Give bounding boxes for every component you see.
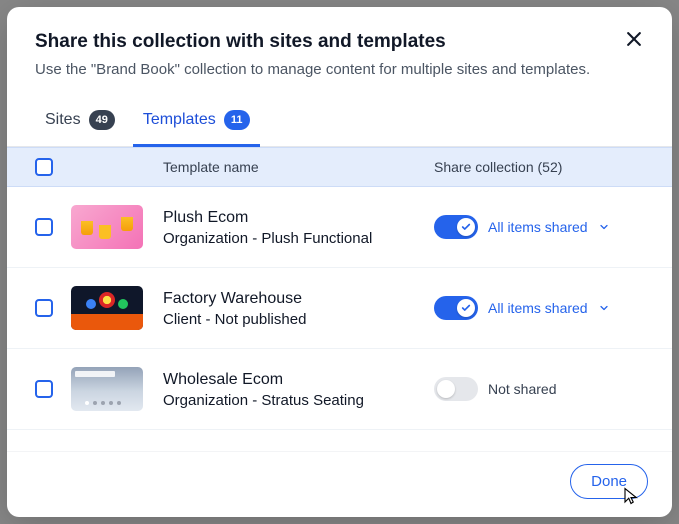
chevron-down-icon[interactable] bbox=[598, 302, 610, 314]
template-name: Wholesale Ecom bbox=[163, 369, 434, 391]
chevron-down-icon[interactable] bbox=[598, 221, 610, 233]
close-icon bbox=[624, 29, 644, 49]
template-thumbnail bbox=[71, 367, 143, 411]
share-status-label[interactable]: All items shared bbox=[488, 219, 588, 235]
modal-footer: Done bbox=[7, 451, 672, 517]
tab-templates[interactable]: Templates 11 bbox=[133, 96, 260, 147]
table-row: Plush Ecom Organization - Plush Function… bbox=[7, 187, 672, 268]
share-collection-modal: Share this collection with sites and tem… bbox=[7, 7, 672, 517]
template-thumbnail bbox=[71, 286, 143, 330]
table-row: Wholesale Ecom Organization - Stratus Se… bbox=[7, 349, 672, 430]
template-thumbnail bbox=[71, 205, 143, 249]
close-button[interactable] bbox=[624, 29, 648, 53]
template-name: Plush Ecom bbox=[163, 207, 434, 229]
share-toggle[interactable] bbox=[434, 215, 478, 239]
template-subtitle: Client - Not published bbox=[163, 311, 434, 328]
done-button[interactable]: Done bbox=[570, 464, 648, 499]
template-name: Factory Warehouse bbox=[163, 288, 434, 310]
tab-sites[interactable]: Sites 49 bbox=[35, 96, 125, 147]
tab-templates-count: 11 bbox=[224, 110, 250, 130]
share-status-label: Not shared bbox=[488, 381, 556, 397]
column-template-name: Template name bbox=[163, 159, 434, 175]
modal-header: Share this collection with sites and tem… bbox=[7, 7, 672, 96]
template-rows: Plush Ecom Organization - Plush Function… bbox=[7, 187, 672, 451]
share-status-label[interactable]: All items shared bbox=[488, 300, 588, 316]
tab-sites-count: 49 bbox=[89, 110, 115, 130]
template-subtitle: Organization - Stratus Seating bbox=[163, 392, 434, 409]
row-checkbox[interactable] bbox=[35, 299, 53, 317]
tab-sites-label: Sites bbox=[45, 111, 81, 129]
modal-subtitle: Use the "Brand Book" collection to manag… bbox=[35, 59, 644, 80]
table-header: Template name Share collection (52) bbox=[7, 147, 672, 187]
modal-title: Share this collection with sites and tem… bbox=[35, 31, 644, 53]
tabs: Sites 49 Templates 11 bbox=[7, 96, 672, 147]
column-share-collection: Share collection (52) bbox=[434, 159, 644, 175]
row-checkbox[interactable] bbox=[35, 380, 53, 398]
row-checkbox[interactable] bbox=[35, 218, 53, 236]
share-toggle[interactable] bbox=[434, 377, 478, 401]
template-subtitle: Organization - Plush Functional bbox=[163, 230, 434, 247]
select-all-checkbox[interactable] bbox=[35, 158, 53, 176]
table-row: Factory Warehouse Client - Not published… bbox=[7, 268, 672, 349]
tab-templates-label: Templates bbox=[143, 111, 216, 129]
share-toggle[interactable] bbox=[434, 296, 478, 320]
